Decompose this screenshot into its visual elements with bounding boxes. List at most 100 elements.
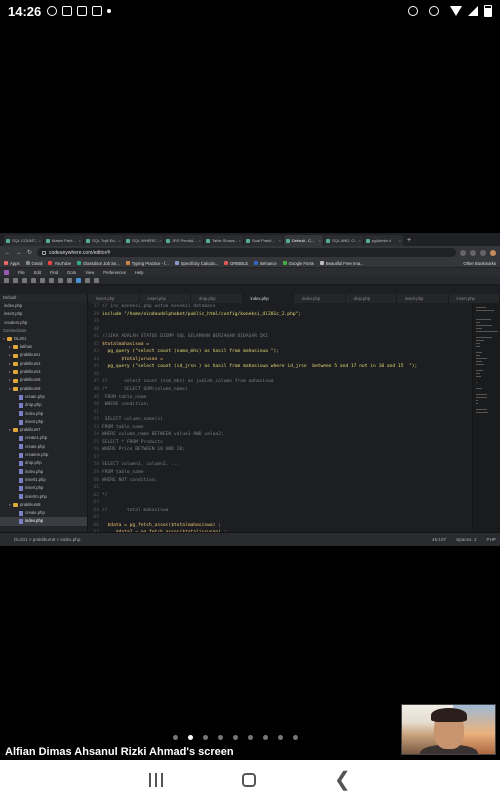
tree-file[interactable]: index.php [0, 468, 87, 476]
bookmark-item[interactable]: Glassdoor Job Se... [76, 261, 120, 266]
tab-close-icon[interactable]: × [279, 238, 281, 243]
tab-close-icon[interactable]: × [79, 238, 81, 243]
tree-folder[interactable]: ▾ praktikum6 [0, 385, 87, 393]
page-dot[interactable] [248, 735, 253, 740]
back-icon[interactable]: ← [4, 250, 11, 256]
editor-tab[interactable]: drop.php [346, 294, 397, 303]
home-button[interactable] [241, 773, 256, 787]
save-icon[interactable] [13, 277, 18, 283]
browser-tab[interactable]: Table Shows... × [204, 235, 243, 246]
tree-folder[interactable]: ▸ praktikum1 [0, 351, 87, 359]
open-file-item[interactable]: createm.php [0, 319, 87, 327]
tree-folder[interactable]: ▾ praktikum8 [0, 501, 87, 509]
run-icon[interactable] [76, 277, 81, 283]
browser-tab[interactable]: SQL COUNT... × [4, 235, 43, 246]
ide-menu-item[interactable]: View [85, 270, 94, 275]
status-language[interactable]: PHP [487, 537, 496, 542]
browser-tab[interactable]: SQL Tryit Ed... × [84, 235, 123, 246]
ide-menu-item[interactable]: Find [50, 270, 58, 275]
extension-icon[interactable] [460, 249, 466, 256]
extension-icon[interactable] [470, 249, 476, 256]
open-file-item[interactable]: insert.php [0, 310, 87, 318]
tab-close-icon[interactable]: × [239, 238, 241, 243]
tree-folder[interactable]: ▾ DL201 [0, 335, 87, 343]
ide-menu-item[interactable]: Help [135, 270, 144, 275]
page-dot[interactable] [278, 735, 283, 740]
extension-icon[interactable] [480, 249, 486, 256]
bookmark-item[interactable]: Typing Practice - f... [125, 261, 169, 266]
open-file-item[interactable]: index.php [0, 302, 87, 310]
bookmark-item[interactable]: Google Fonts [282, 261, 314, 266]
page-dot[interactable] [218, 735, 223, 740]
editor-tab[interactable]: index.php [294, 294, 346, 303]
redo-icon[interactable] [67, 277, 72, 283]
copy-icon[interactable] [40, 277, 45, 283]
editor-tab[interactable]: insert.php [88, 294, 140, 303]
url-field[interactable]: codeanywhere.com/editor/# [37, 248, 456, 257]
page-dot[interactable] [173, 735, 178, 740]
tree-folder[interactable]: ▸ praktikum2 [0, 360, 87, 368]
terminal-icon[interactable] [85, 277, 90, 283]
cut-icon[interactable] [31, 277, 36, 283]
tab-close-icon[interactable]: × [359, 238, 361, 243]
page-dot[interactable] [293, 735, 298, 740]
undo-icon[interactable] [58, 277, 63, 283]
browser-tab[interactable]: Default - C... × [284, 235, 323, 246]
bookmark-item[interactable]: Behance [254, 261, 277, 266]
browser-tab[interactable]: JRS Pendid... × [164, 235, 203, 246]
bookmark-item[interactable]: Beautiful Free Ima... [319, 261, 364, 266]
status-spaces[interactable]: Spaces: 2 [456, 537, 476, 542]
save-all-icon[interactable] [22, 277, 27, 283]
tree-file[interactable]: insert.php [0, 484, 87, 492]
paste-icon[interactable] [49, 277, 54, 283]
editor-tab[interactable]: index.php [242, 294, 294, 303]
tab-close-icon[interactable]: × [319, 238, 321, 243]
tree-file[interactable]: create.php [0, 443, 87, 451]
tree-file[interactable]: create.php [0, 393, 87, 401]
tree-file[interactable]: drop.php [0, 401, 87, 409]
tree-file[interactable]: index.php [0, 517, 87, 526]
browser-tab[interactable]: SQL WHERE... × [124, 235, 163, 246]
tree-folder[interactable]: ▸ latihan [0, 343, 87, 351]
code-area[interactable]: 37// inc_koneksi.php untuk koneksi datab… [88, 303, 472, 532]
editor-tab[interactable]: insert.php [449, 294, 500, 303]
browser-tab[interactable]: Soal Prakti... × [244, 235, 283, 246]
forward-icon[interactable]: → [15, 250, 22, 256]
bookmark-item[interactable]: Gmail [25, 261, 42, 266]
ide-menu-item[interactable]: Preferences [103, 270, 126, 275]
editor-tab[interactable]: insert.php [140, 294, 191, 303]
camera-preview[interactable] [401, 704, 496, 755]
tree-folder[interactable]: ▸ praktikum5 [0, 376, 87, 384]
settings-icon[interactable] [94, 277, 99, 283]
new-file-icon[interactable] [4, 277, 9, 283]
bookmark-item[interactable]: YouTube [48, 261, 71, 266]
tree-folder[interactable]: ▸ praktikum3 [0, 368, 87, 376]
reload-icon[interactable]: ↻ [26, 249, 33, 256]
tree-folder[interactable]: ▾ praktikum7 [0, 426, 87, 434]
recent-apps-button[interactable] [149, 773, 164, 787]
browser-tab[interactable]: SQL AND, O... × [324, 235, 363, 246]
tab-close-icon[interactable]: × [159, 238, 161, 243]
tab-close-icon[interactable]: × [399, 238, 401, 243]
ide-menu-item[interactable]: File [18, 270, 25, 275]
ide-menu-item[interactable]: Goto [67, 270, 76, 275]
back-button[interactable]: ❮ [334, 770, 351, 790]
minimap[interactable] [472, 303, 500, 532]
bookmark-item[interactable]: Specificity Calcula... [174, 261, 218, 266]
tab-close-icon[interactable]: × [39, 238, 41, 243]
page-dot[interactable] [233, 735, 238, 740]
page-dot[interactable] [263, 735, 268, 740]
other-bookmarks[interactable]: Other Bookmarks [463, 261, 496, 266]
tree-file[interactable]: insert1.php [0, 476, 87, 484]
tree-file[interactable]: create.php [0, 509, 87, 517]
ide-menu-item[interactable]: Edit [34, 270, 41, 275]
bookmark-item[interactable]: Apps [4, 261, 20, 266]
tree-file[interactable]: drop.php [0, 459, 87, 467]
tree-file[interactable]: insertm.php [0, 493, 87, 501]
tree-file[interactable]: createm.php [0, 451, 87, 459]
tree-file[interactable]: insert.php [0, 418, 87, 426]
tree-file[interactable]: create1.php [0, 434, 87, 442]
browser-tab[interactable]: pgAdmin 4 × [364, 235, 403, 246]
page-dot[interactable] [188, 735, 193, 740]
tree-file[interactable]: index.php [0, 410, 87, 418]
